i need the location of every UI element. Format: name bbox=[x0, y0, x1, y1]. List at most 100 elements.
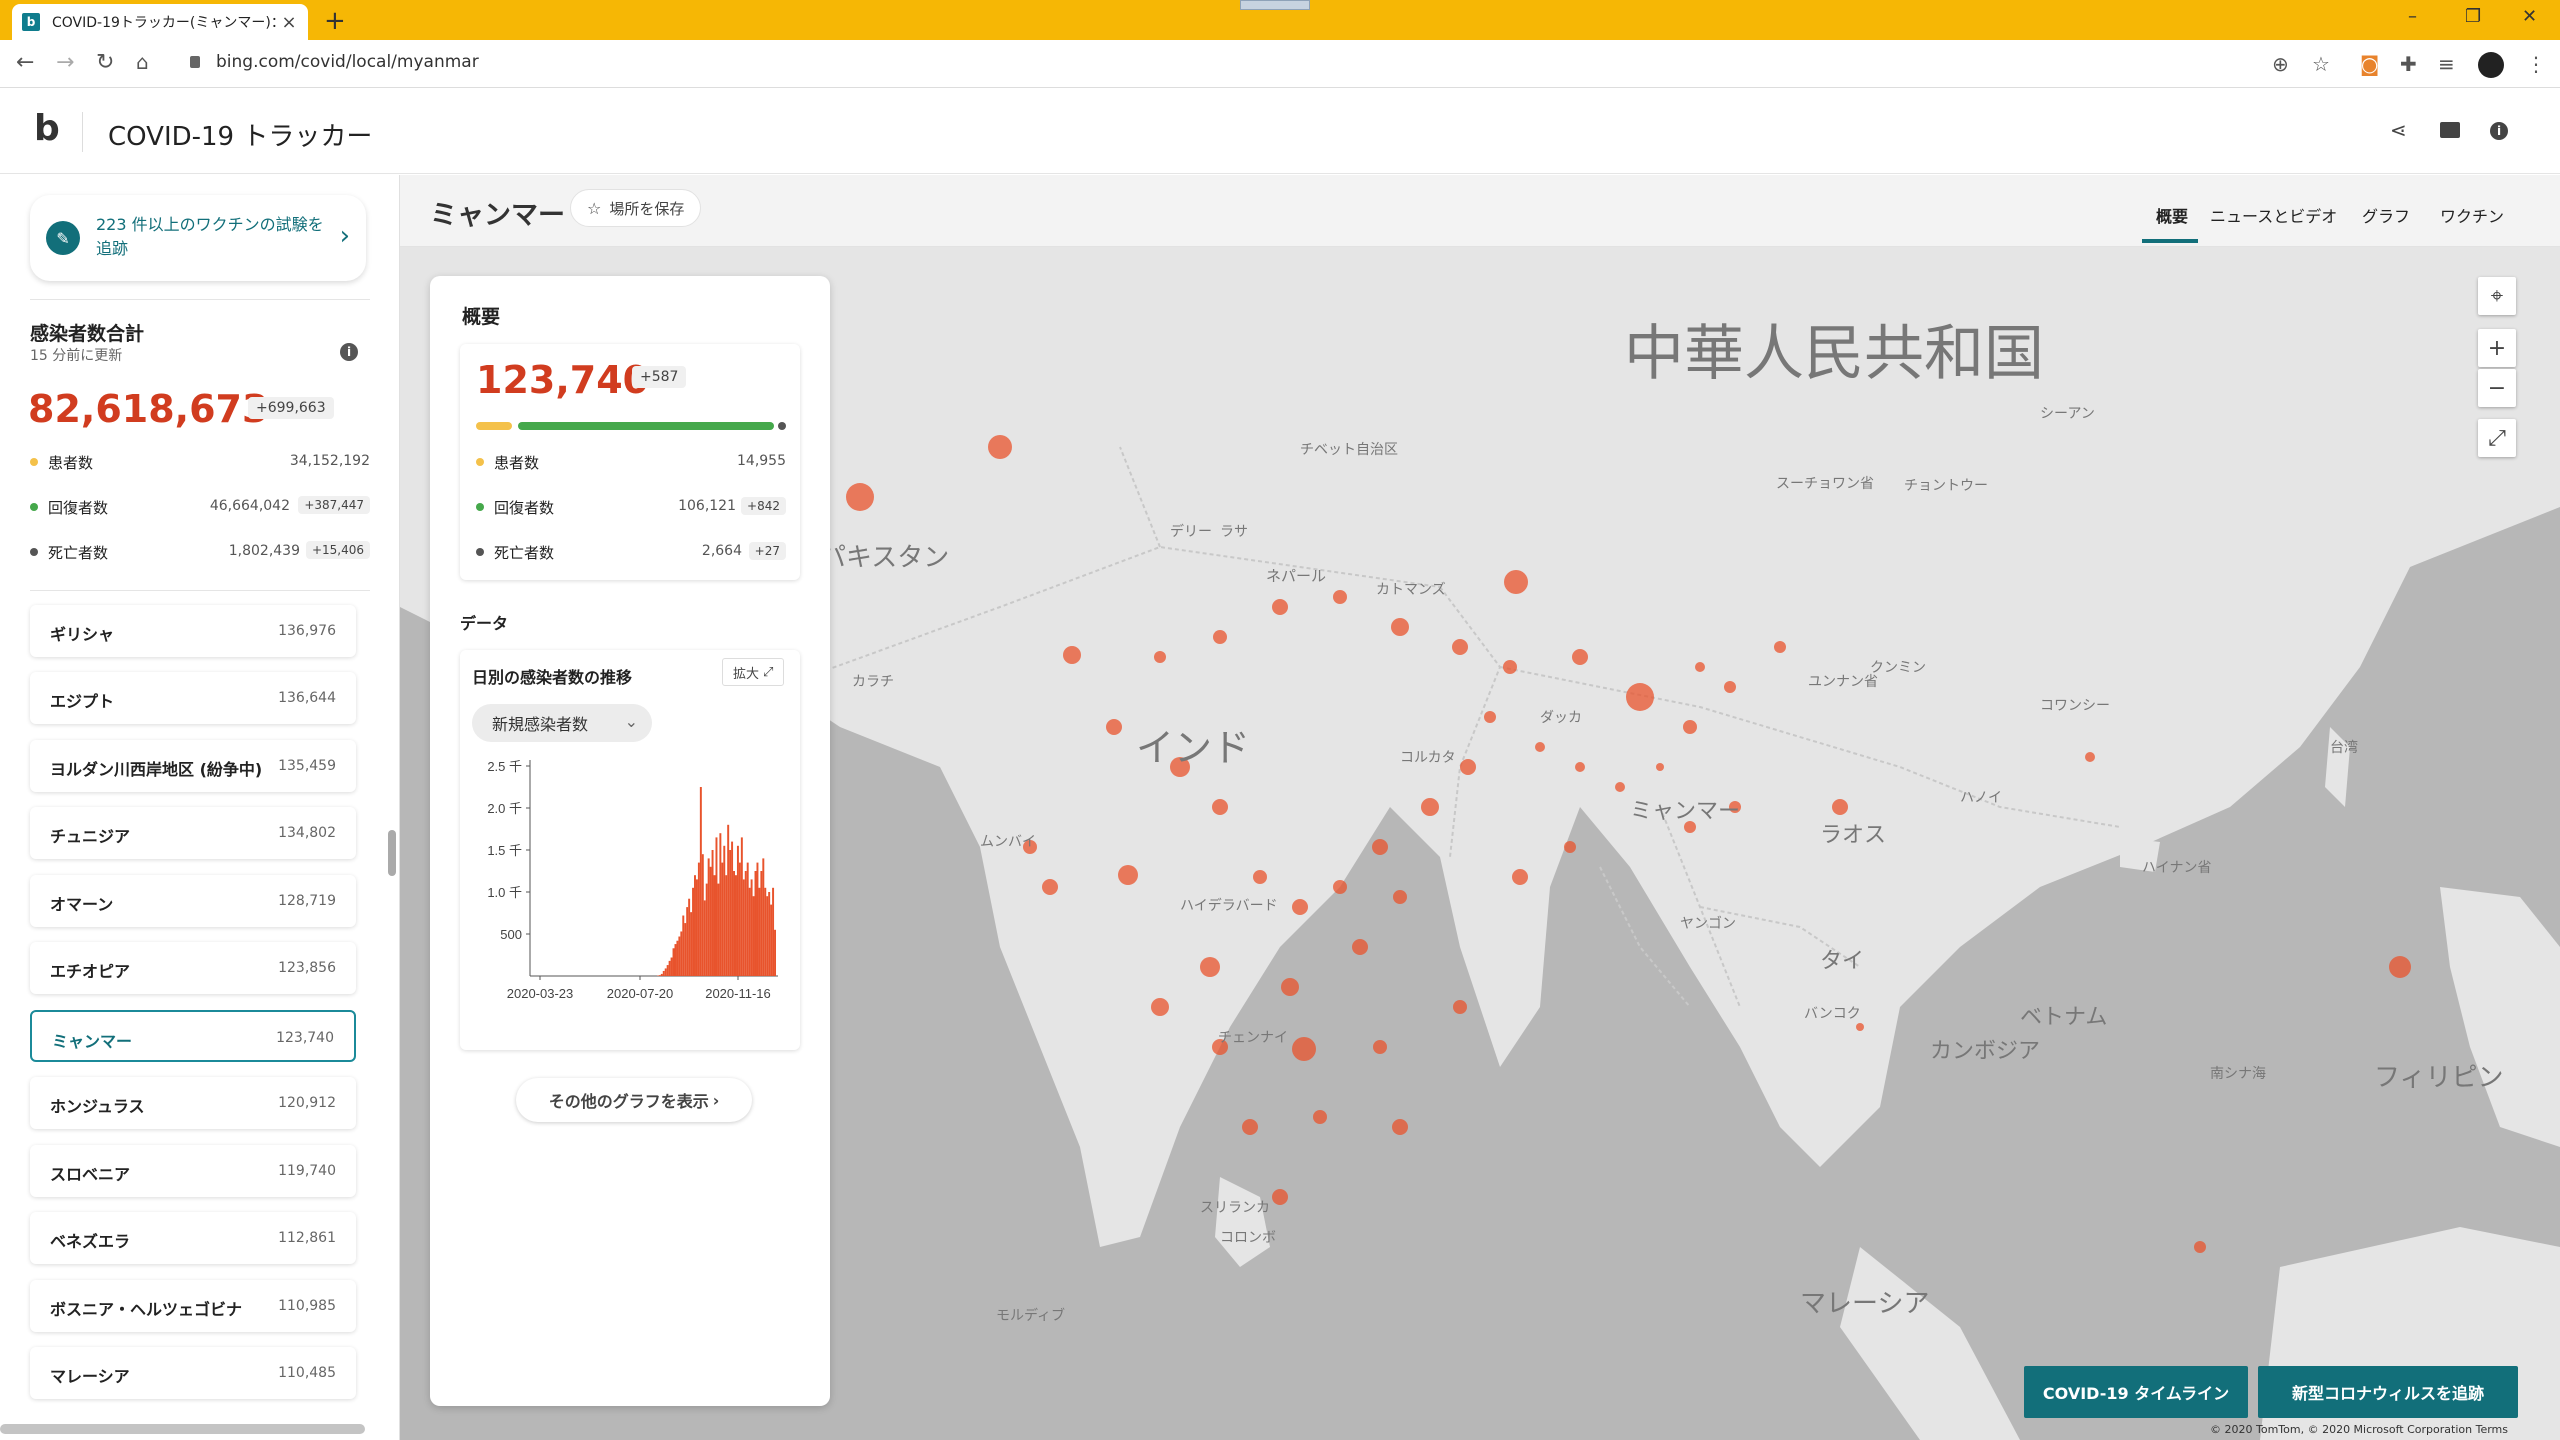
new-tab-icon[interactable]: + bbox=[324, 6, 346, 36]
profile-avatar[interactable] bbox=[2478, 52, 2504, 78]
covid-timeline-button[interactable]: COVID-19 タイムライン bbox=[2024, 1366, 2248, 1418]
horizontal-scrollbar[interactable] bbox=[0, 1424, 365, 1434]
map-label-kolkata: コルカタ bbox=[1400, 750, 1456, 766]
country-item[interactable]: エチオピア 123,856 bbox=[30, 942, 356, 994]
media-icon[interactable]: ≡ bbox=[2438, 52, 2455, 76]
country-item[interactable]: ベネズエラ 112,861 bbox=[30, 1212, 356, 1264]
expand-arrow-icon: ⤢ bbox=[763, 664, 774, 680]
chart-bar bbox=[697, 862, 700, 976]
save-location-label: 場所を保存 bbox=[609, 199, 685, 218]
extensions-icon[interactable]: ✚ bbox=[2400, 52, 2417, 76]
total-cases-value: 82,618,673 bbox=[28, 387, 269, 431]
country-value: 119,740 bbox=[278, 1163, 336, 1179]
restore-icon[interactable]: ❐ bbox=[2465, 6, 2481, 27]
tab-vaccine[interactable]: ワクチン bbox=[2440, 203, 2504, 227]
forward-icon[interactable]: → bbox=[56, 50, 74, 75]
chart-bar bbox=[707, 858, 710, 976]
map-label-xian: シーアン bbox=[2040, 406, 2095, 422]
vaccine-tracker-banner[interactable]: ✎ 223 件以上のワクチンの試験を追跡 › bbox=[30, 195, 366, 281]
add-icon[interactable]: ⊕ bbox=[2272, 52, 2289, 76]
chart-bar bbox=[742, 879, 745, 976]
map-label-hanoi: ハノイ bbox=[1960, 790, 2002, 806]
map-label-lhasa: ラサ bbox=[1220, 524, 1248, 540]
track-coronavirus-button[interactable]: 新型コロナウィルスを追跡 bbox=[2258, 1366, 2518, 1418]
metric-dropdown[interactable]: 新規感染者数 ⌄ bbox=[472, 704, 652, 742]
x-tick-label: 2020-07-20 bbox=[607, 986, 674, 1001]
chart-bar bbox=[678, 936, 681, 976]
chart-bar bbox=[746, 862, 749, 976]
country-name: エチオピア bbox=[50, 962, 131, 981]
map-label-yunnan: ユンナン省 bbox=[1808, 674, 1878, 690]
y-tick-label: 500 bbox=[500, 927, 522, 942]
active-dot-icon bbox=[30, 458, 38, 466]
chart-bar bbox=[756, 862, 759, 976]
country-item[interactable]: チュニジア 134,802 bbox=[30, 807, 356, 859]
tab-overview[interactable]: 概要 bbox=[2156, 203, 2188, 227]
country-item[interactable]: オマーン 128,719 bbox=[30, 875, 356, 927]
chart-bar bbox=[680, 931, 683, 976]
chart-bar bbox=[676, 940, 679, 976]
overview-delta: +587 bbox=[632, 366, 687, 388]
close-tab-icon[interactable]: × bbox=[280, 12, 298, 33]
country-item[interactable]: エジプト 136,644 bbox=[30, 672, 356, 724]
expand-chart-button[interactable]: 拡大 ⤢ bbox=[722, 658, 785, 686]
address-bar: ← → ↻ ⌂ bing.com/covid/local/myanmar ⊕ ☆… bbox=[0, 40, 2560, 88]
chart-bar bbox=[752, 896, 755, 976]
chart-bar bbox=[666, 965, 669, 976]
info-icon[interactable]: i bbox=[340, 343, 358, 361]
reload-icon[interactable]: ↻ bbox=[96, 50, 114, 75]
stat-label: 患者数 bbox=[494, 454, 540, 472]
menu-icon[interactable]: ⋮ bbox=[2526, 52, 2546, 76]
home-icon[interactable]: ⌂ bbox=[136, 50, 149, 74]
tab-graphs[interactable]: グラフ bbox=[2362, 203, 2410, 227]
country-item[interactable]: ボスニア・ヘルツェゴビナ 110,985 bbox=[30, 1280, 356, 1332]
chart-bar bbox=[701, 854, 704, 976]
more-graphs-button[interactable]: その他のグラフを表示 › bbox=[516, 1078, 752, 1122]
map-label-tibet: チベット自治区 bbox=[1300, 442, 1398, 458]
country-name: ギリシャ bbox=[50, 625, 115, 644]
chart-bar bbox=[774, 929, 776, 976]
close-window-icon[interactable]: ✕ bbox=[2522, 6, 2537, 27]
zoom-in-icon[interactable]: + bbox=[2478, 329, 2516, 367]
browser-tab[interactable]: b COVID-19トラッカー(ミャンマー)：新... × bbox=[12, 4, 308, 40]
tab-news-video[interactable]: ニュースとビデオ bbox=[2210, 203, 2337, 227]
app-header: b COVID-19 トラッカー ⋖ i bbox=[0, 88, 2560, 174]
tab-title: COVID-19トラッカー(ミャンマー)：新... bbox=[52, 15, 280, 31]
feedback-icon[interactable] bbox=[2440, 122, 2460, 138]
chart-bar bbox=[727, 824, 730, 976]
country-item[interactable]: スロベニア 119,740 bbox=[30, 1145, 356, 1197]
total-cases-label: 感染者数合計 bbox=[30, 323, 145, 345]
chart-bar bbox=[725, 875, 728, 976]
star-icon: ☆ bbox=[587, 198, 602, 218]
browser-titlebar: b COVID-19トラッカー(ミャンマー)：新... × + – ❐ ✕ bbox=[0, 0, 2560, 40]
country-item[interactable]: マレーシア 110,485 bbox=[30, 1347, 356, 1399]
info-icon[interactable]: i bbox=[2490, 122, 2508, 140]
share-icon[interactable]: ⋖ bbox=[2390, 118, 2407, 142]
window-drag-handle[interactable] bbox=[1240, 0, 1310, 10]
location-bar: ミャンマー ☆ 場所を保存 概要 ニュースとビデオ グラフ ワクチン bbox=[400, 175, 2560, 247]
save-location-button[interactable]: ☆ 場所を保存 bbox=[570, 189, 702, 227]
chart-bar bbox=[660, 973, 663, 976]
locate-icon[interactable]: ⌖ bbox=[2478, 277, 2516, 315]
bookmark-star-icon[interactable]: ☆ bbox=[2312, 52, 2330, 76]
url-field[interactable]: bing.com/covid/local/myanmar bbox=[216, 52, 479, 72]
chart-bar bbox=[744, 871, 747, 976]
back-icon[interactable]: ← bbox=[16, 50, 34, 75]
rss-icon[interactable]: ◙ bbox=[2360, 52, 2379, 76]
country-name: マレーシア bbox=[50, 1367, 130, 1386]
chart-bar bbox=[770, 904, 773, 976]
bing-logo[interactable]: b bbox=[34, 108, 60, 149]
country-item[interactable]: ギリシャ 136,976 bbox=[30, 605, 356, 657]
chart-bar bbox=[738, 862, 741, 976]
sidebar-scrollbar[interactable] bbox=[388, 830, 396, 876]
country-item[interactable]: ヨルダン川西岸地区 (紛争中) 135,459 bbox=[30, 740, 356, 792]
zoom-out-icon[interactable]: − bbox=[2478, 369, 2516, 407]
country-item-selected[interactable]: ミャンマー 123,740 bbox=[30, 1010, 356, 1062]
country-item[interactable]: ホンジュラス 120,912 bbox=[30, 1077, 356, 1129]
chart-bar bbox=[713, 875, 716, 976]
minimize-icon[interactable]: – bbox=[2408, 6, 2417, 27]
chevron-right-icon: › bbox=[339, 221, 350, 251]
map-label-chennai: チェンナイ bbox=[1218, 1030, 1288, 1046]
expand-icon[interactable]: ⤢ bbox=[2478, 419, 2516, 457]
chart-bar bbox=[758, 887, 761, 976]
